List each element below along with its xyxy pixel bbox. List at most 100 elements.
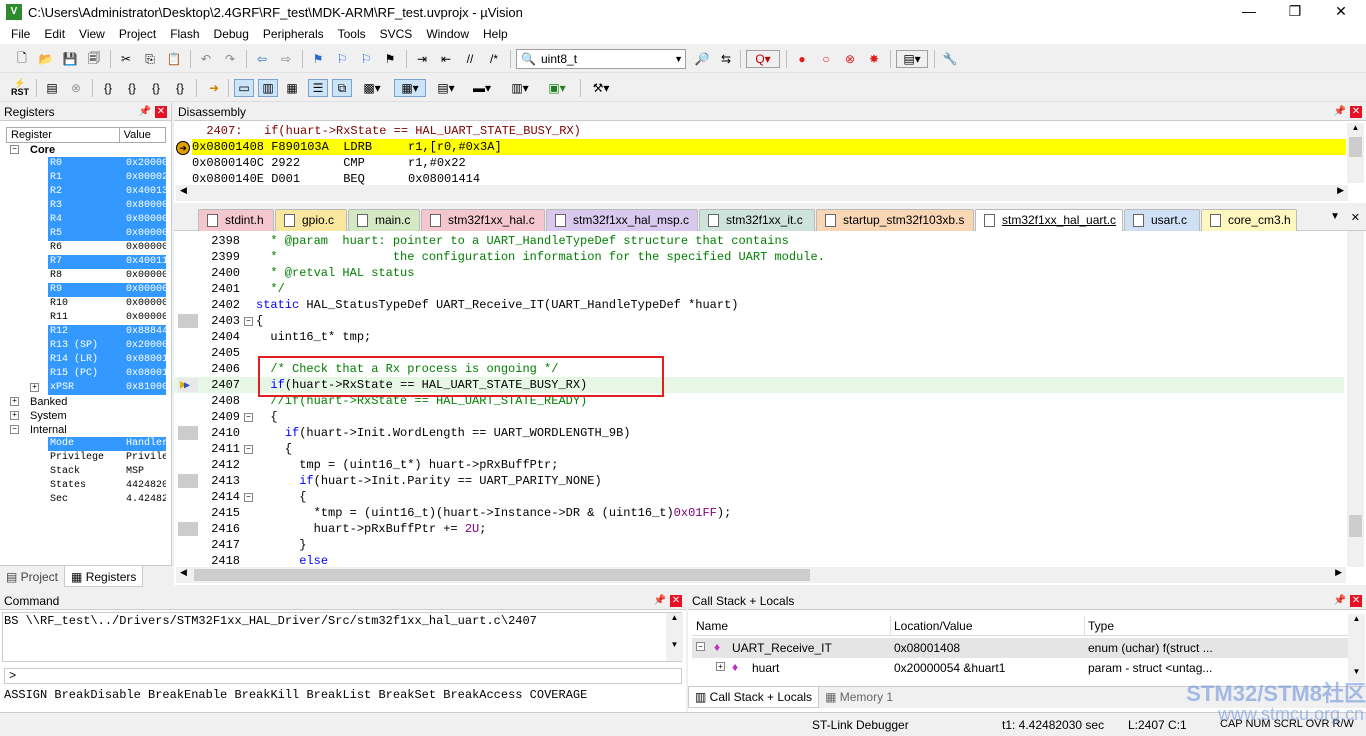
disassembly-line[interactable]: 2407: if(huart->RxState == HAL_UART_STAT…	[192, 123, 1346, 139]
register-row[interactable]: R14 (LR)0x08001111	[6, 353, 166, 367]
scroll-thumb[interactable]	[1349, 137, 1362, 157]
register-row[interactable]: R6 0x00000000	[6, 241, 166, 255]
memory-window-icon[interactable]: ▦▾	[394, 79, 426, 97]
copy-icon[interactable]: ⎘	[140, 50, 160, 68]
expand-icon[interactable]: +	[10, 411, 19, 420]
disassembly-hscroll[interactable]: ◀ ▶	[176, 185, 1348, 201]
register-value[interactable]: 0x00000000	[124, 297, 166, 311]
uncomment-icon[interactable]: /*	[484, 50, 504, 68]
scroll-down-icon[interactable]: ▼	[1348, 667, 1365, 676]
register-row[interactable]: R120x88844444	[6, 325, 166, 339]
tab-gpio-c[interactable]: gpio.c	[275, 209, 347, 231]
register-row[interactable]: R90x00000000	[6, 283, 166, 297]
register-value[interactable]: 44248203	[124, 479, 166, 493]
code-line[interactable]: 2404 uint16_t* tmp;	[174, 329, 1344, 345]
disassembly-line[interactable]: 0x0800140C 2922 CMP r1,#0x22	[192, 155, 1346, 171]
code-line[interactable]: 2415 *tmp = (uint16_t)(huart->Instance->…	[174, 505, 1344, 521]
code-line[interactable]: 2409− {	[174, 409, 1344, 425]
code-line[interactable]: 2403−{	[174, 313, 1344, 329]
collapse-icon[interactable]: −	[696, 642, 705, 651]
register-value[interactable]: 0x00000000	[124, 213, 166, 227]
register-value[interactable]: 4.42482030	[124, 493, 166, 507]
code-line[interactable]: 2402 static HAL_StatusTypeDef UART_Receiv…	[174, 297, 1344, 313]
code-line[interactable]: 2411− {	[174, 441, 1344, 457]
register-row[interactable]: Privilege Privileged	[6, 451, 166, 465]
column-register[interactable]: Register	[7, 128, 120, 142]
expand-icon[interactable]: +	[10, 397, 19, 406]
close-panel-icon[interactable]: ✕	[1350, 105, 1362, 118]
column-type[interactable]: Type	[1088, 619, 1114, 633]
scroll-up-icon[interactable]: ▲	[1348, 614, 1365, 623]
menu-item-file[interactable]: File	[4, 27, 37, 41]
configure-icon[interactable]: 🔧	[940, 50, 960, 68]
code-line[interactable]: 2401 */	[174, 281, 1344, 297]
scroll-left-icon[interactable]: ◀	[180, 185, 187, 196]
register-row[interactable]: Mode Handler	[6, 437, 166, 451]
register-value[interactable]: Handler	[124, 437, 166, 451]
register-row[interactable]: R15 (PC)0x08001408	[6, 367, 166, 381]
code-line[interactable]: 2416 huart->pRxBuffPtr += 2U;	[174, 521, 1344, 537]
save-icon[interactable]: 💾	[60, 50, 80, 68]
tree-node-internal[interactable]: − Internal	[6, 423, 166, 437]
find-icon[interactable]: 🔎	[692, 50, 712, 68]
tab-main-c[interactable]: main.c	[348, 209, 420, 231]
column-value[interactable]: Value	[120, 128, 165, 142]
register-value[interactable]: 0x00002000	[124, 171, 166, 185]
registers-window-icon[interactable]: ☰	[308, 79, 328, 97]
pin-icon[interactable]: 📌	[1334, 106, 1346, 117]
tab-usart-c[interactable]: usart.c	[1124, 209, 1200, 231]
maximize-icon[interactable]: ❐	[1272, 0, 1318, 24]
kill-all-breakpoints-icon[interactable]: ✸	[864, 50, 884, 68]
run-icon[interactable]: ▤	[42, 79, 62, 97]
fold-icon[interactable]: −	[244, 493, 253, 502]
close-panel-icon[interactable]: ✕	[1350, 594, 1362, 607]
save-all-icon[interactable]: 🗐	[84, 50, 104, 68]
tree-node-system[interactable]: + System	[6, 409, 166, 423]
cut-icon[interactable]: ✂	[116, 50, 136, 68]
register-value[interactable]: 0x80000000	[124, 199, 166, 213]
tab-registers[interactable]: ▦ Registers	[64, 566, 144, 587]
scroll-up-icon[interactable]: ▲	[666, 613, 683, 622]
toolbox-icon[interactable]: ⚒▾	[586, 79, 616, 97]
scroll-left-icon[interactable]: ◀	[180, 567, 187, 578]
breakpoint-gutter[interactable]	[178, 314, 198, 328]
serial-window-icon[interactable]: ▤▾	[432, 79, 460, 97]
disable-all-breakpoints-icon[interactable]: ⊗	[840, 50, 860, 68]
tab-memory-1[interactable]: ▦ Memory 1	[819, 687, 899, 708]
close-panel-icon[interactable]: ✕	[155, 105, 167, 118]
indent-icon[interactable]: ⇥	[412, 50, 432, 68]
menu-item-svcs[interactable]: SVCS	[373, 27, 420, 41]
enable-breakpoint-icon[interactable]: ○	[816, 50, 836, 68]
tab-stm32f1xx-hal-uart-c[interactable]: stm32f1xx_hal_uart.c	[975, 209, 1123, 231]
step-out-icon[interactable]: {}	[146, 79, 166, 97]
editor-hscroll[interactable]: ◀ ▶	[176, 567, 1346, 583]
paste-icon[interactable]: 📋	[164, 50, 184, 68]
menu-item-tools[interactable]: Tools	[331, 27, 373, 41]
reset-icon[interactable]: ⚡ RST	[10, 79, 30, 97]
scroll-up-icon[interactable]: ▲	[1347, 123, 1364, 137]
scroll-right-icon[interactable]: ▶	[1337, 185, 1344, 196]
system-viewer-icon[interactable]: ▣▾	[542, 79, 572, 97]
next-bookmark-icon[interactable]: ⚐	[356, 50, 376, 68]
execution-arrow-icon[interactable]: ▶ ▶	[178, 378, 198, 392]
fold-icon[interactable]: −	[244, 413, 253, 422]
register-row[interactable]: xPSR0x81000025 +	[6, 381, 166, 395]
tab-stm32f1xx-hal-msp-c[interactable]: stm32f1xx_hal_msp.c	[546, 209, 698, 231]
code-line[interactable]: 2413 if(huart->Init.Parity == UART_PARIT…	[174, 473, 1344, 489]
stop-icon[interactable]: ⊗	[66, 79, 86, 97]
fold-icon[interactable]: −	[244, 445, 253, 454]
step-into-icon[interactable]: {}	[98, 79, 118, 97]
command-window-icon[interactable]: ▭	[234, 79, 254, 97]
tree-node-banked[interactable]: + Banked	[6, 395, 166, 409]
code-line[interactable]: 2399 * the configuration information for…	[174, 249, 1344, 265]
window-layout-icon[interactable]: ▤▾	[896, 50, 928, 68]
tab-project[interactable]: ▤ Project	[0, 566, 64, 587]
fold-icon[interactable]: −	[244, 317, 253, 326]
column-name[interactable]: Name	[696, 619, 728, 633]
code-line[interactable]: 2414− {	[174, 489, 1344, 505]
table-row[interactable]: + ♦ huart 0x20000054 &huart1 param - str…	[692, 658, 1348, 678]
tab-stm32f1xx-it-c[interactable]: stm32f1xx_it.c	[699, 209, 815, 231]
register-row[interactable]: R10 0x00000000	[6, 297, 166, 311]
menu-item-project[interactable]: Project	[112, 27, 163, 41]
symbols-window-icon[interactable]: ▦	[282, 79, 302, 97]
